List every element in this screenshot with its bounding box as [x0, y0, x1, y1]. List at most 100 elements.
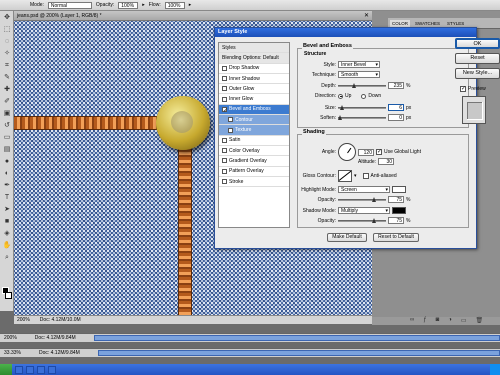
- chevron-down-icon[interactable]: ▾: [354, 173, 357, 179]
- flow-field[interactable]: 100%: [164, 1, 185, 9]
- opacity-arrow-icon[interactable]: ▸: [142, 2, 145, 8]
- eyedropper-tool-icon[interactable]: ✎: [1, 72, 13, 83]
- lasso-tool-icon[interactable]: ◌: [1, 36, 13, 47]
- link-layers-icon[interactable]: ∞: [410, 317, 414, 325]
- highlight-opacity-field[interactable]: 75: [388, 196, 404, 203]
- zoom-level[interactable]: 33.33%: [4, 350, 21, 356]
- history-brush-icon[interactable]: ↺: [1, 120, 13, 131]
- size-slider[interactable]: [338, 104, 386, 110]
- list-item-inner-shadow[interactable]: Inner Shadow: [219, 74, 289, 85]
- checkbox[interactable]: [222, 65, 227, 71]
- fx-icon[interactable]: ƒ: [423, 317, 426, 325]
- taskbar-item[interactable]: [48, 365, 56, 374]
- direction-down-radio[interactable]: [361, 93, 367, 99]
- checkbox[interactable]: [222, 137, 227, 143]
- mode-select[interactable]: Normal: [47, 1, 92, 9]
- make-default-button[interactable]: Make Default: [327, 233, 367, 242]
- gloss-contour-picker[interactable]: [338, 170, 352, 182]
- hand-tool-icon[interactable]: ✋: [1, 240, 13, 251]
- highlight-opacity-slider[interactable]: [338, 196, 386, 202]
- shadow-opacity-field[interactable]: 75: [388, 217, 404, 224]
- reset-to-default-button[interactable]: Reset to Default: [373, 233, 419, 242]
- healing-tool-icon[interactable]: ✚: [1, 84, 13, 95]
- size-field[interactable]: 6: [388, 104, 404, 111]
- tab-swatches[interactable]: SWATCHES: [413, 20, 442, 27]
- checkbox[interactable]: [222, 76, 227, 82]
- marquee-tool-icon[interactable]: ⬚: [1, 24, 13, 35]
- shadow-mode-select[interactable]: Multiply: [338, 207, 390, 214]
- shape-tool-icon[interactable]: ■: [1, 216, 13, 227]
- reset-button[interactable]: Reset: [455, 53, 500, 64]
- list-item-styles[interactable]: Styles: [219, 43, 289, 54]
- highlight-mode-select[interactable]: Screen: [338, 186, 390, 193]
- 3d-tool-icon[interactable]: ◈: [1, 228, 13, 239]
- list-item-satin[interactable]: Satin: [219, 136, 289, 146]
- taskbar-item[interactable]: [37, 365, 45, 374]
- move-tool-icon[interactable]: ✥: [1, 12, 13, 23]
- scroll-track[interactable]: [93, 335, 500, 341]
- checkbox[interactable]: [222, 158, 227, 164]
- list-item-gradient-overlay[interactable]: Gradient Overlay: [219, 156, 289, 167]
- ok-button[interactable]: OK: [455, 38, 500, 49]
- new-style-button[interactable]: New Style...: [455, 68, 500, 79]
- slider-knob[interactable]: [352, 82, 356, 88]
- list-item-outer-glow[interactable]: Outer Glow: [219, 84, 289, 95]
- angle-dial[interactable]: [338, 143, 356, 161]
- dodge-tool-icon[interactable]: ◐: [1, 168, 13, 179]
- stamp-tool-icon[interactable]: ▣: [1, 108, 13, 119]
- pen-tool-icon[interactable]: ✒: [1, 180, 13, 191]
- taskbar-item[interactable]: [26, 365, 34, 374]
- checkbox[interactable]: [222, 148, 227, 154]
- list-item-bevel-emboss[interactable]: Bevel and Emboss: [219, 104, 289, 116]
- shadow-opacity-slider[interactable]: [338, 217, 386, 223]
- anti-aliased-checkbox[interactable]: [362, 173, 369, 179]
- slider-knob[interactable]: [340, 104, 344, 110]
- zoom-level[interactable]: 200%: [4, 335, 17, 341]
- tab-styles[interactable]: STYLES: [445, 20, 466, 27]
- angle-field[interactable]: 120: [358, 148, 374, 156]
- checkbox[interactable]: [228, 127, 233, 133]
- direction-up-radio[interactable]: [338, 93, 343, 99]
- global-light-checkbox[interactable]: [376, 148, 382, 155]
- eraser-tool-icon[interactable]: ▭: [1, 132, 13, 143]
- trash-icon[interactable]: 🗑: [476, 317, 484, 325]
- checkbox[interactable]: [222, 96, 227, 102]
- taskbar-item[interactable]: [15, 365, 23, 374]
- adjustment-icon[interactable]: ◑: [448, 317, 452, 325]
- checkbox[interactable]: [222, 179, 227, 184]
- highlight-color-swatch[interactable]: [392, 186, 406, 193]
- style-select[interactable]: Inner Bevel: [338, 61, 380, 68]
- tab-color[interactable]: COLOR: [390, 19, 411, 27]
- soften-field[interactable]: 0: [388, 114, 404, 121]
- preview-checkbox[interactable]: [460, 85, 466, 92]
- type-tool-icon[interactable]: T: [1, 192, 13, 203]
- checkbox[interactable]: [222, 86, 227, 92]
- list-item-contour[interactable]: Contour: [219, 115, 289, 126]
- list-item-blending[interactable]: Blending Options: Default: [219, 53, 289, 64]
- depth-field[interactable]: 235: [388, 82, 404, 89]
- mask-icon[interactable]: ◙: [436, 317, 440, 325]
- slider-knob[interactable]: [338, 114, 342, 120]
- technique-select[interactable]: Smooth: [338, 71, 380, 78]
- list-item-drop-shadow[interactable]: Drop Shadow: [219, 64, 289, 74]
- crop-tool-icon[interactable]: ⌗: [1, 60, 13, 71]
- path-select-tool-icon[interactable]: ➤: [1, 204, 13, 215]
- slider-knob[interactable]: [372, 196, 376, 202]
- start-button[interactable]: [0, 364, 12, 375]
- magic-wand-tool-icon[interactable]: ✧: [1, 48, 13, 59]
- checkbox[interactable]: [222, 106, 228, 116]
- opacity-field[interactable]: 100%: [118, 1, 139, 9]
- list-item-color-overlay[interactable]: Color Overlay: [219, 146, 289, 157]
- list-item-stroke[interactable]: Stroke: [219, 177, 289, 188]
- close-icon[interactable]: ✕: [364, 12, 369, 19]
- soften-slider[interactable]: [338, 114, 386, 120]
- slider-knob[interactable]: [372, 217, 376, 223]
- shadow-color-swatch[interactable]: [392, 207, 406, 214]
- zoom-level[interactable]: 200%: [17, 317, 30, 323]
- folder-icon[interactable]: ▭: [461, 317, 467, 325]
- list-item-texture[interactable]: Texture: [219, 125, 289, 136]
- list-item-inner-glow[interactable]: Inner Glow: [219, 94, 289, 105]
- blur-tool-icon[interactable]: ●: [1, 156, 13, 167]
- altitude-field[interactable]: 30: [378, 158, 395, 165]
- checkbox[interactable]: [222, 168, 227, 174]
